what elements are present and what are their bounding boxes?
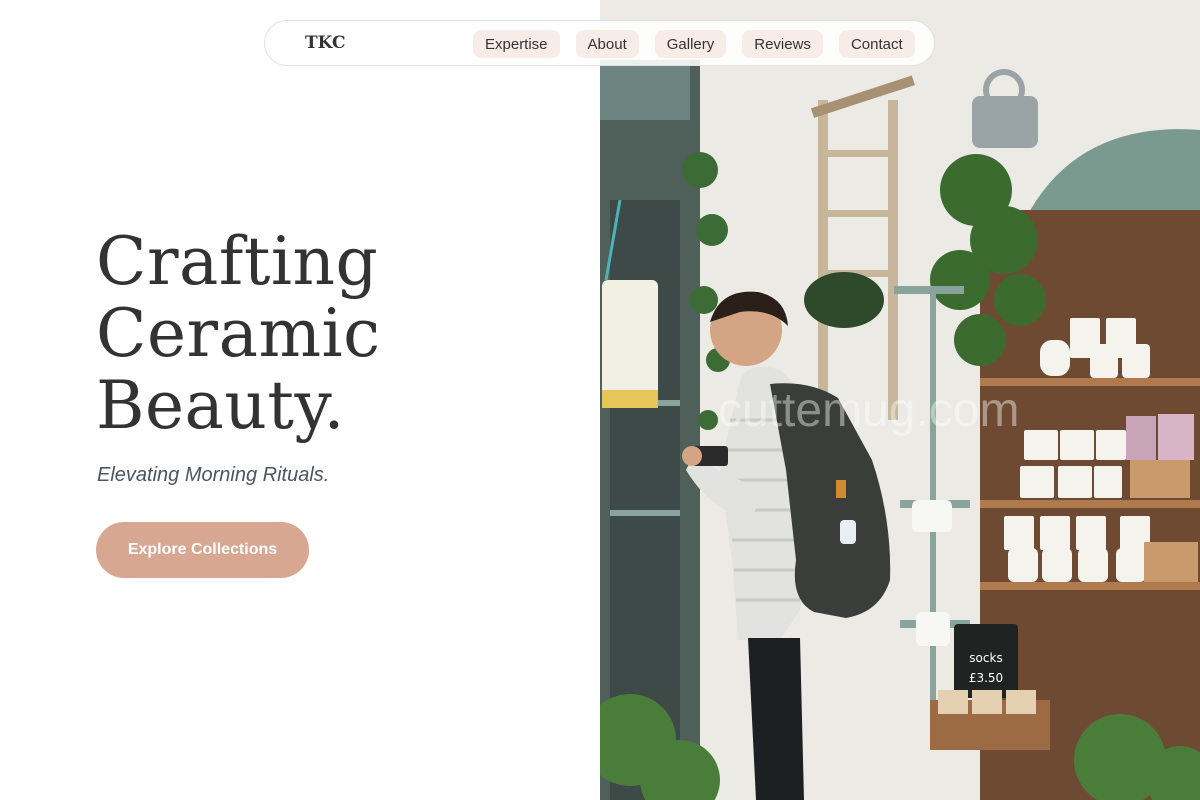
- chalkboard-text: socks: [969, 651, 1002, 665]
- hero-photo: socks £3.50 cuttemug.com: [600, 0, 1200, 800]
- chalkboard-price: £3.50: [969, 671, 1003, 685]
- shop-scene-illustration: socks £3.50 cuttemug.com: [600, 0, 1200, 800]
- hero-subtitle: Elevating Morning Rituals.: [97, 464, 330, 486]
- explore-collections-button[interactable]: Explore Collections: [96, 522, 309, 578]
- nav-links: Expertise About Gallery Reviews Contact: [473, 30, 915, 58]
- nav-link-gallery[interactable]: Gallery: [654, 30, 727, 58]
- brand-logo[interactable]: TKC: [305, 33, 346, 53]
- nav-link-about[interactable]: About: [575, 30, 639, 58]
- hero-title-line: Beauty.: [96, 367, 345, 444]
- nav-link-reviews[interactable]: Reviews: [742, 30, 823, 58]
- nav-link-contact[interactable]: Contact: [838, 30, 915, 58]
- nav-link-expertise[interactable]: Expertise: [473, 30, 560, 58]
- hero-title-line: Crafting: [96, 223, 379, 300]
- hero-left-panel: Crafting Ceramic Beauty. Elevating Morni…: [0, 0, 600, 800]
- hero-title: Crafting Ceramic Beauty.: [96, 226, 381, 442]
- watermark-text: cuttemug.com: [718, 384, 1019, 437]
- hero-title-line: Ceramic: [96, 295, 381, 372]
- top-navbar: TKC Expertise About Gallery Reviews Cont…: [264, 20, 935, 66]
